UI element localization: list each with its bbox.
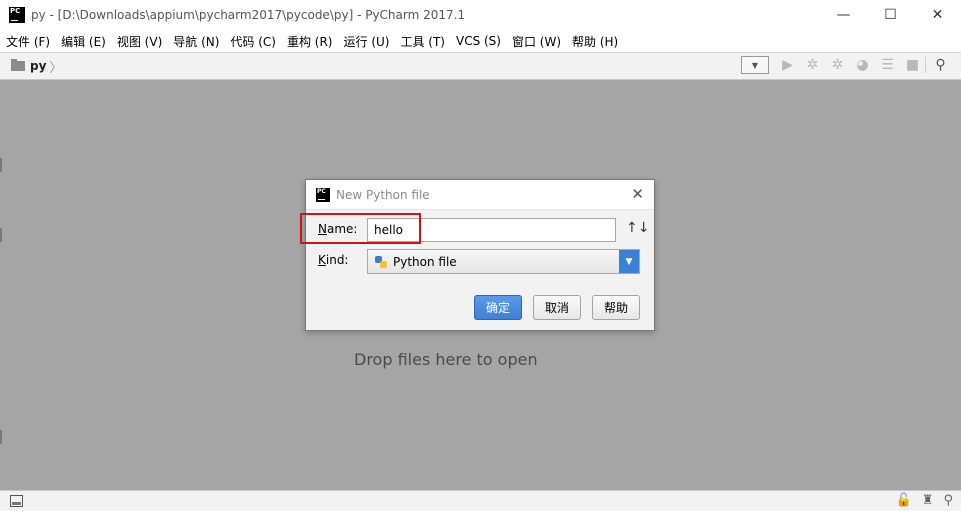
breadcrumb-project[interactable]: py: [30, 59, 46, 73]
menu-file[interactable]: 文件 (F): [6, 33, 50, 50]
menu-window[interactable]: 窗口 (W): [512, 33, 561, 50]
concurrency-icon[interactable]: ☰: [875, 57, 900, 73]
help-button[interactable]: 帮助: [592, 295, 640, 320]
window-title: py - [D:\Downloads\appium\pycharm2017\py…: [31, 8, 466, 22]
new-python-file-dialog: PC New Python file ✕ Name: hello ↑↓ Kind…: [300, 179, 655, 331]
window-controls: — ☐ ✕: [820, 0, 961, 30]
ok-button[interactable]: 确定: [474, 295, 522, 320]
kind-label-mnemonic: K: [318, 253, 326, 267]
menu-edit[interactable]: 编辑 (E): [61, 33, 106, 50]
folder-icon: [11, 59, 25, 71]
close-button[interactable]: ✕: [914, 0, 961, 30]
left-edge-marker: [0, 430, 2, 444]
coverage-icon[interactable]: ✲: [825, 57, 850, 73]
inspector-icon[interactable]: ♜: [922, 493, 934, 508]
run-toolbar: ▼ ▶ ✲ ✲ ◕ ☰ ■ ⚲: [741, 56, 955, 74]
debug-icon[interactable]: ✲: [800, 57, 825, 73]
sort-icon[interactable]: ↑↓: [626, 220, 649, 236]
kind-selected-value: Python file: [393, 254, 457, 269]
kind-label-text: ind:: [325, 253, 349, 267]
search-icon[interactable]: ⚲: [925, 57, 955, 73]
kind-dropdown[interactable]: Python file ▼: [367, 249, 640, 274]
kind-label: Kind:: [318, 253, 348, 267]
window-titlebar: PC py - [D:\Downloads\appium\pycharm2017…: [0, 0, 961, 30]
cancel-button[interactable]: 取消: [533, 295, 581, 320]
dialog-title: New Python file: [336, 187, 430, 202]
menu-code[interactable]: 代码 (C): [230, 33, 276, 50]
navigation-bar: py 〉 ▼ ▶ ✲ ✲ ◕ ☰ ■ ⚲: [0, 52, 961, 80]
tool-windows-icon[interactable]: [10, 495, 23, 507]
chevron-down-icon[interactable]: ▼: [619, 250, 639, 273]
menu-vcs[interactable]: VCS (S): [456, 34, 501, 48]
run-icon[interactable]: ▶: [775, 57, 800, 73]
maximize-button[interactable]: ☐: [867, 0, 914, 30]
menu-help[interactable]: 帮助 (H): [572, 33, 618, 50]
python-file-icon: [374, 255, 388, 269]
profile-icon[interactable]: ◕: [850, 57, 875, 73]
minimize-button[interactable]: —: [820, 0, 867, 30]
menu-run[interactable]: 运行 (U): [344, 33, 390, 50]
menu-bar: 文件 (F) 编辑 (E) 视图 (V) 导航 (N) 代码 (C) 重构 (R…: [0, 30, 961, 52]
event-log-search-icon[interactable]: ⚲: [943, 493, 953, 508]
menu-tools[interactable]: 工具 (T): [400, 33, 445, 50]
name-label-text: ame:: [326, 222, 358, 236]
menu-view[interactable]: 视图 (V): [117, 33, 162, 50]
status-indicators: 🔓 ♜ ⚲: [886, 493, 953, 508]
dialog-titlebar: PC New Python file ✕: [306, 180, 654, 210]
pycharm-logo-icon: PC: [316, 187, 330, 202]
run-configuration-dropdown[interactable]: ▼: [741, 56, 769, 74]
name-label-mnemonic: N: [318, 222, 327, 236]
status-bar: 🔓 ♜ ⚲: [0, 490, 961, 511]
dialog-close-icon[interactable]: ✕: [631, 185, 644, 203]
drop-files-hint: Drop files here to open: [354, 350, 538, 369]
name-input[interactable]: hello: [367, 218, 616, 242]
lock-icon[interactable]: 🔓: [896, 493, 912, 508]
pycharm-logo-icon: PC: [9, 7, 25, 23]
name-label: Name:: [318, 222, 357, 236]
stop-icon[interactable]: ■: [900, 57, 925, 73]
menu-refactor[interactable]: 重构 (R): [287, 33, 333, 50]
breadcrumb-separator-icon: 〉: [49, 60, 63, 76]
left-edge-marker: [0, 228, 2, 242]
chevron-down-icon: ▼: [751, 60, 759, 70]
menu-navigate[interactable]: 导航 (N): [173, 33, 219, 50]
left-edge-marker: [0, 158, 2, 172]
